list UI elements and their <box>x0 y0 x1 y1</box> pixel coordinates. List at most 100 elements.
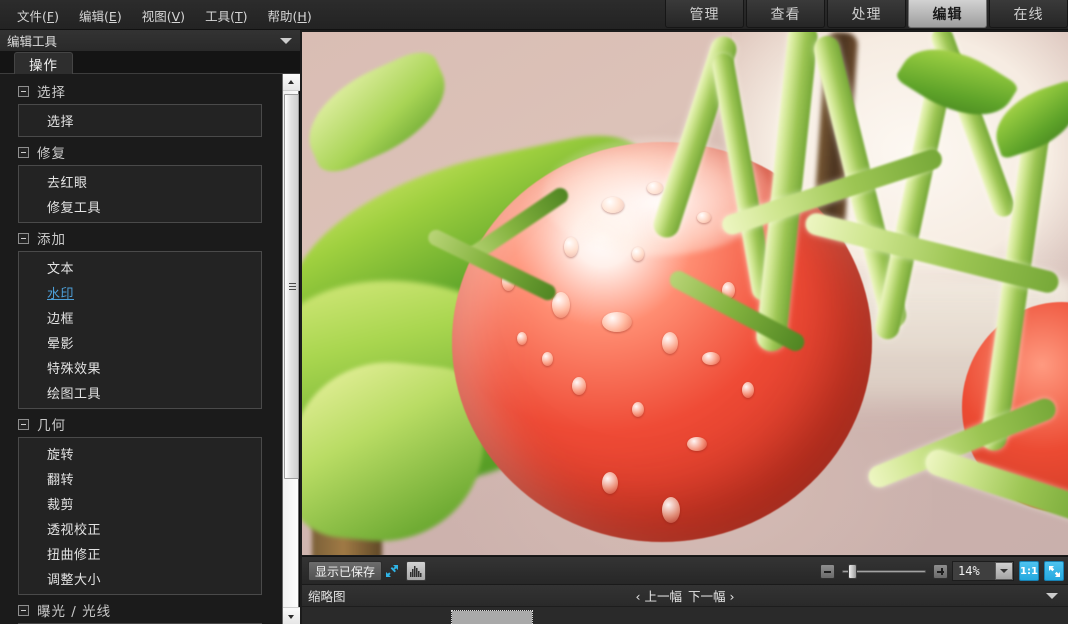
tool-item-特殊效果[interactable]: 特殊效果 <box>19 355 261 380</box>
tab-查看[interactable]: 查看 <box>746 0 825 28</box>
group-label: 选择 <box>37 81 66 101</box>
scroll-up-arrow-icon[interactable] <box>283 74 300 91</box>
tab-处理[interactable]: 处理 <box>827 0 906 28</box>
tool-item-文本[interactable]: 文本 <box>19 255 261 280</box>
tomato-photograph <box>302 32 1068 555</box>
zoom-level-value: 14% <box>953 564 980 578</box>
show-saved-button[interactable]: 显示已保存 <box>308 561 382 581</box>
tool-item-透视校正[interactable]: 透视校正 <box>19 516 261 541</box>
tab-管理[interactable]: 管理 <box>665 0 744 28</box>
tool-item-label: 裁剪 <box>47 494 74 513</box>
tool-item-翻转[interactable]: 翻转 <box>19 466 261 491</box>
collapse-minus-icon[interactable] <box>18 86 29 97</box>
group-header-选择[interactable]: 选择 <box>0 80 272 102</box>
thumbnail-bar-header: 缩略图 ‹ 上一幅 下一幅 › <box>302 584 1068 606</box>
tab-label: 管理 <box>690 4 720 24</box>
fit-window-button[interactable] <box>1044 561 1064 581</box>
tab-label: 在线 <box>1014 4 1044 24</box>
edit-tools-sidebar: 操作 选择选择修复去红眼修复工具添加文本水印边框晕影特殊效果绘图工具几何旋转翻转… <box>0 52 300 624</box>
menu-item-label: 视图 <box>142 9 167 24</box>
group-header-曝光 / 光线[interactable]: 曝光 / 光线 <box>0 599 272 621</box>
tool-group-list: 选择选择修复去红眼修复工具添加文本水印边框晕影特殊效果绘图工具几何旋转翻转裁剪透… <box>0 74 272 624</box>
tool-item-label: 透视校正 <box>47 519 101 538</box>
zoom-in-button[interactable] <box>933 564 948 579</box>
scrollbar-grip-icon <box>289 283 296 292</box>
previous-image-button[interactable]: ‹ 上一幅 <box>636 586 682 605</box>
tool-item-label: 水印 <box>47 283 74 302</box>
collapse-minus-icon[interactable] <box>18 605 29 616</box>
group-body-选择: 选择 <box>18 104 262 137</box>
panel-header[interactable]: 编辑工具 <box>0 30 300 52</box>
diagonal-arrows-icon[interactable] <box>382 561 402 581</box>
zoom-slider-knob[interactable] <box>848 564 857 579</box>
tool-item-label: 旋转 <box>47 444 74 463</box>
mode-tab-bar: 管理 查看 处理 编辑 在线 <box>663 0 1068 30</box>
tool-item-label: 特殊效果 <box>47 358 101 377</box>
tab-编辑[interactable]: 编辑 <box>908 0 987 28</box>
menu-item-1[interactable]: 文件(F) <box>8 3 68 28</box>
sidebar-scrollbar[interactable] <box>282 74 299 624</box>
collapse-minus-icon[interactable] <box>18 233 29 244</box>
group-header-几何[interactable]: 几何 <box>0 413 272 435</box>
tab-在线[interactable]: 在线 <box>989 0 1068 28</box>
menu-item-5[interactable]: 帮助(H) <box>259 3 321 28</box>
group-header-添加[interactable]: 添加 <box>0 227 272 249</box>
menu-item-label: 编辑 <box>79 9 104 24</box>
actual-size-button[interactable]: 1:1 <box>1019 561 1039 581</box>
tool-item-旋转[interactable]: 旋转 <box>19 441 261 466</box>
tool-item-label: 调整大小 <box>47 569 101 588</box>
menu-bar: 文件(F)编辑(E)视图(V)工具(T)帮助(H) <box>8 0 323 30</box>
menu-item-label: 帮助 <box>268 9 293 24</box>
tool-item-边框[interactable]: 边框 <box>19 305 261 330</box>
scroll-down-arrow-icon[interactable] <box>283 607 300 624</box>
menu-item-label: 文件 <box>17 9 42 24</box>
chevron-down-icon[interactable] <box>1046 593 1058 599</box>
tool-item-水印[interactable]: 水印 <box>19 280 261 305</box>
panel-tabstrip: 操作 <box>0 52 300 74</box>
group-body-几何: 旋转翻转裁剪透视校正扭曲修正调整大小 <box>18 437 262 595</box>
tool-item-label: 文本 <box>47 258 74 277</box>
collapse-minus-icon[interactable] <box>18 147 29 158</box>
tool-item-label: 修复工具 <box>47 197 101 216</box>
panel-title-label: 编辑工具 <box>0 31 57 50</box>
collapse-minus-icon[interactable] <box>18 419 29 430</box>
chevron-down-icon[interactable] <box>280 38 292 44</box>
next-image-button[interactable]: 下一幅 › <box>688 586 734 605</box>
zoom-controls: 14% 1:1 <box>820 557 1064 585</box>
application-window: 文件(F)编辑(E)视图(V)工具(T)帮助(H) 管理查看处理编辑在线 编辑工… <box>0 0 1068 624</box>
tool-item-label: 边框 <box>47 308 74 327</box>
tool-item-修复工具[interactable]: 修复工具 <box>19 194 261 219</box>
tool-item-去红眼[interactable]: 去红眼 <box>19 169 261 194</box>
tool-item-选择[interactable]: 选择 <box>19 108 261 133</box>
thumbnail-tray[interactable] <box>302 606 1068 624</box>
tab-label: 查看 <box>771 4 801 24</box>
histogram-icon[interactable] <box>406 561 426 581</box>
tool-item-label: 晕影 <box>47 333 74 352</box>
tool-item-调整大小[interactable]: 调整大小 <box>19 566 261 591</box>
zoom-level-combobox[interactable]: 14% <box>952 561 1014 581</box>
tool-item-裁剪[interactable]: 裁剪 <box>19 491 261 516</box>
tab-label: 处理 <box>852 4 882 24</box>
tab-operations[interactable]: 操作 <box>14 52 73 74</box>
image-canvas[interactable] <box>302 32 1068 555</box>
thumbnail-item-selected[interactable] <box>452 611 532 624</box>
group-label: 几何 <box>37 414 66 434</box>
thumbnail-navigation: ‹ 上一幅 下一幅 › <box>302 586 1068 605</box>
scrollbar-thumb[interactable] <box>284 94 299 479</box>
group-label: 曝光 / 光线 <box>37 600 111 620</box>
tool-item-晕影[interactable]: 晕影 <box>19 330 261 355</box>
tool-item-扭曲修正[interactable]: 扭曲修正 <box>19 541 261 566</box>
zoom-slider[interactable] <box>842 562 926 580</box>
group-body-添加: 文本水印边框晕影特殊效果绘图工具 <box>18 251 262 409</box>
menu-item-4[interactable]: 工具(T) <box>196 3 256 28</box>
group-label: 添加 <box>37 228 66 248</box>
group-label: 修复 <box>37 142 66 162</box>
tool-item-绘图工具[interactable]: 绘图工具 <box>19 380 261 405</box>
chevron-down-icon[interactable] <box>995 562 1013 580</box>
tool-item-label: 绘图工具 <box>47 383 101 402</box>
menu-item-2[interactable]: 编辑(E) <box>70 3 131 28</box>
menu-item-3[interactable]: 视图(V) <box>133 3 194 28</box>
zoom-out-button[interactable] <box>820 564 835 579</box>
top-bar: 文件(F)编辑(E)视图(V)工具(T)帮助(H) 管理 查看 处理 编辑 在线 <box>0 0 1068 30</box>
group-header-修复[interactable]: 修复 <box>0 141 272 163</box>
